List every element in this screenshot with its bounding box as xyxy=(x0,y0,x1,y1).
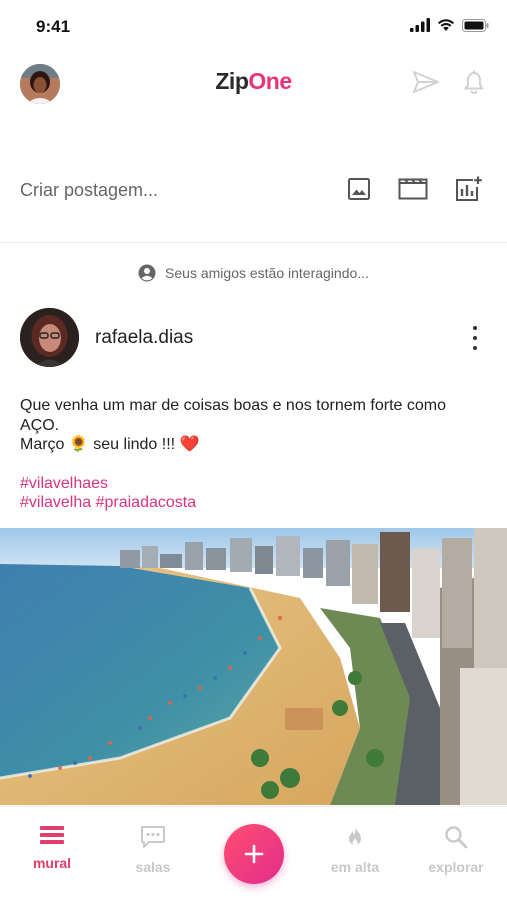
nav-salas[interactable]: salas xyxy=(108,825,198,875)
post-header: rafaela.dias xyxy=(0,308,507,368)
post-avatar[interactable] xyxy=(20,308,79,367)
status-time: 9:41 xyxy=(36,17,71,36)
nav-mural[interactable]: mural xyxy=(7,825,97,871)
post-avatar-image xyxy=(20,308,79,367)
post-username[interactable]: rafaela.dias xyxy=(95,327,193,349)
video-icon[interactable] xyxy=(398,178,428,200)
create-post-input[interactable]: Criar postagem... xyxy=(20,180,158,201)
flame-icon xyxy=(349,826,361,846)
divider xyxy=(0,242,507,243)
battery-icon xyxy=(462,18,489,32)
nav-label: em alta xyxy=(330,859,380,875)
brand-zip: Zip xyxy=(215,68,249,94)
post-text-line: Março 🌻 seu lindo !!! ❤️ xyxy=(20,436,200,453)
dot xyxy=(473,346,477,350)
chart-add-icon[interactable] xyxy=(455,176,483,202)
status-icons xyxy=(410,18,489,32)
user-circle-icon xyxy=(138,264,156,282)
activity-text: Seus amigos estão interagindo... xyxy=(165,265,369,281)
nav-label: mural xyxy=(32,855,72,871)
app-header: ZipOne xyxy=(0,56,507,110)
wifi-icon xyxy=(438,19,454,31)
dot xyxy=(473,326,477,330)
mural-icon xyxy=(40,826,64,844)
chat-icon xyxy=(141,826,165,848)
post-text: Que venha um mar de coisas boas e nos to… xyxy=(20,396,480,513)
friends-activity: Seus amigos estão interagindo... xyxy=(0,264,507,282)
nav-label: salas xyxy=(135,859,171,875)
dot xyxy=(473,336,477,340)
nav-label: explorar xyxy=(428,859,484,875)
plus-icon xyxy=(244,844,264,864)
status-bar: 9:41 xyxy=(0,0,507,52)
bell-icon[interactable] xyxy=(463,70,485,94)
search-icon xyxy=(445,826,468,849)
bottom-nav: mural salas em alta explorar xyxy=(0,806,507,900)
nav-em-alta[interactable]: em alta xyxy=(310,825,400,875)
more-options-icon[interactable] xyxy=(469,326,481,350)
create-post-button[interactable] xyxy=(224,824,284,884)
send-icon[interactable] xyxy=(413,71,439,93)
post-text-line: Que venha um mar de coisas boas e nos to… xyxy=(20,397,446,434)
signal-icon xyxy=(410,18,430,32)
nav-explorar[interactable]: explorar xyxy=(411,825,501,875)
beach-photo xyxy=(0,528,507,805)
create-post-actions xyxy=(347,176,483,202)
image-icon[interactable] xyxy=(347,177,371,201)
brand-one: One xyxy=(248,68,292,94)
create-post-bar: Criar postagem... xyxy=(0,162,507,218)
hashtag-link[interactable]: #vilavelhaes xyxy=(20,474,480,494)
post-hashtags: #vilavelhaes #vilavelha #praiadacosta xyxy=(20,474,480,513)
post-image[interactable] xyxy=(0,528,507,805)
header-actions xyxy=(413,70,485,94)
hashtag-link[interactable]: #vilavelha #praiadacosta xyxy=(20,493,480,513)
